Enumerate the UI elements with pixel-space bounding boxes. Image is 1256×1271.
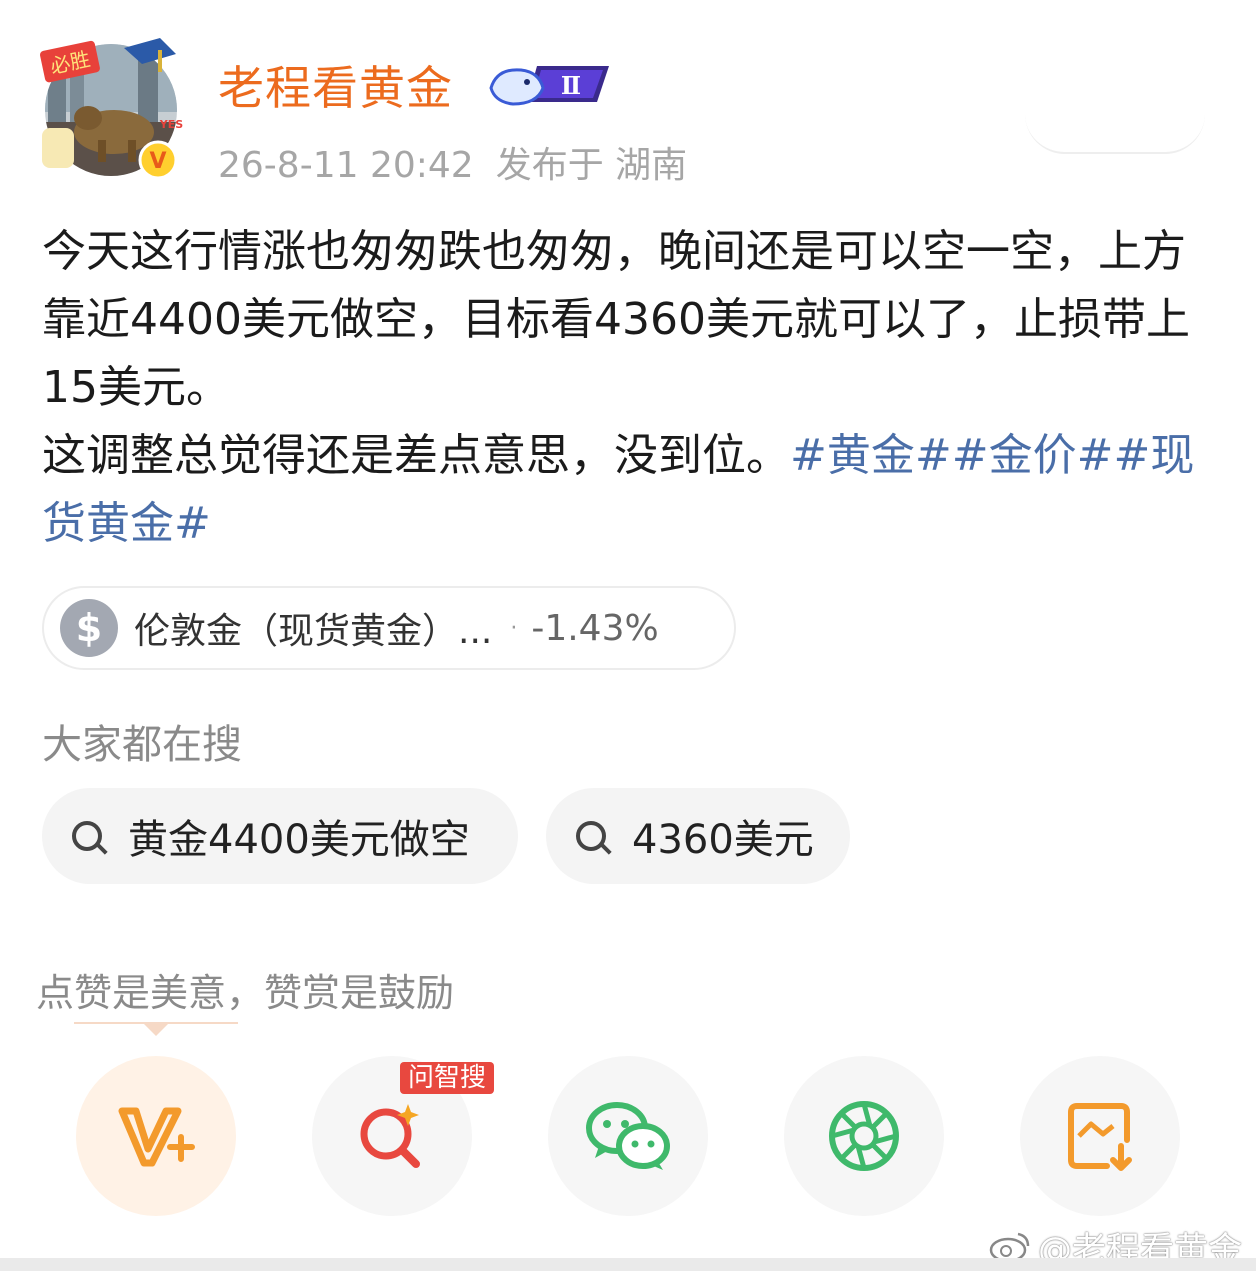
hashtag-gold[interactable]: #黄金# — [790, 430, 952, 481]
whale-level-badge: Ⅱ — [487, 58, 615, 110]
hashtag-gold-price[interactable]: #金价# — [952, 430, 1114, 481]
share-moments-button[interactable] — [784, 1056, 944, 1216]
post-content: 今天这行情涨也匆匆跌也匆匆，晚间还是可以空一空，上方靠近4400美元做空，目标看… — [42, 218, 1222, 558]
search-icon — [576, 821, 606, 851]
tip-pointer — [144, 1024, 168, 1036]
bottom-bar — [0, 1258, 1256, 1271]
search-icon — [72, 821, 102, 851]
follow-button-outline[interactable] — [1025, 100, 1205, 154]
reward-v-icon — [118, 1107, 195, 1167]
search-chip-1[interactable]: 黄金4400美元做空 — [42, 788, 518, 884]
search-chip-2[interactable]: 4360美元 — [546, 788, 850, 884]
post-paragraph-2: 这调整总觉得还是差点意思，没到位。#黄金##金价##现货黄金# — [42, 422, 1222, 558]
trending-search-title: 大家都在搜 — [42, 722, 242, 768]
dollar-icon: $ — [60, 599, 118, 657]
post-paragraph-2-text: 这调整总觉得还是差点意思，没到位。 — [42, 430, 790, 481]
avatar[interactable]: 必胜 YES! V — [38, 32, 188, 182]
post-date: 26-8-11 20:42 — [218, 145, 474, 186]
search-chip-label: 黄金4400美元做空 — [128, 817, 470, 863]
svg-text:Ⅱ: Ⅱ — [561, 71, 581, 100]
username[interactable]: 老程看黄金 — [218, 52, 453, 118]
reward-tip: 点赞是美意，赞赏是鼓励 — [36, 971, 455, 1015]
verified-icon: V — [149, 149, 166, 174]
stock-chip[interactable]: $ 伦敦金（现货黄金）... · -1.43% — [42, 586, 736, 670]
post-paragraph-1: 今天这行情涨也匆匆跌也匆匆，晚间还是可以空一空，上方靠近4400美元做空，目标看… — [42, 226, 1190, 413]
share-wechat-button[interactable] — [548, 1056, 708, 1216]
stock-name: 伦敦金（现货黄金）... — [134, 611, 493, 652]
save-image-button[interactable] — [1020, 1056, 1180, 1216]
ask-search-badge: 问智搜 — [400, 1062, 495, 1094]
stock-change: -1.43% — [531, 607, 659, 649]
post-meta: 26-8-11 20:42 发布于 湖南 — [218, 136, 687, 188]
wechat-icon — [586, 1102, 670, 1170]
moments-icon — [829, 1101, 899, 1171]
search-chip-label: 4360美元 — [632, 817, 814, 863]
stock-separator: · — [510, 615, 518, 641]
post-location: 发布于 湖南 — [495, 145, 688, 186]
svg-text:YES!: YES! — [159, 118, 184, 131]
save-image-icon — [1068, 1103, 1132, 1171]
ask-search-icon — [360, 1104, 420, 1168]
reward-button[interactable] — [76, 1056, 236, 1216]
